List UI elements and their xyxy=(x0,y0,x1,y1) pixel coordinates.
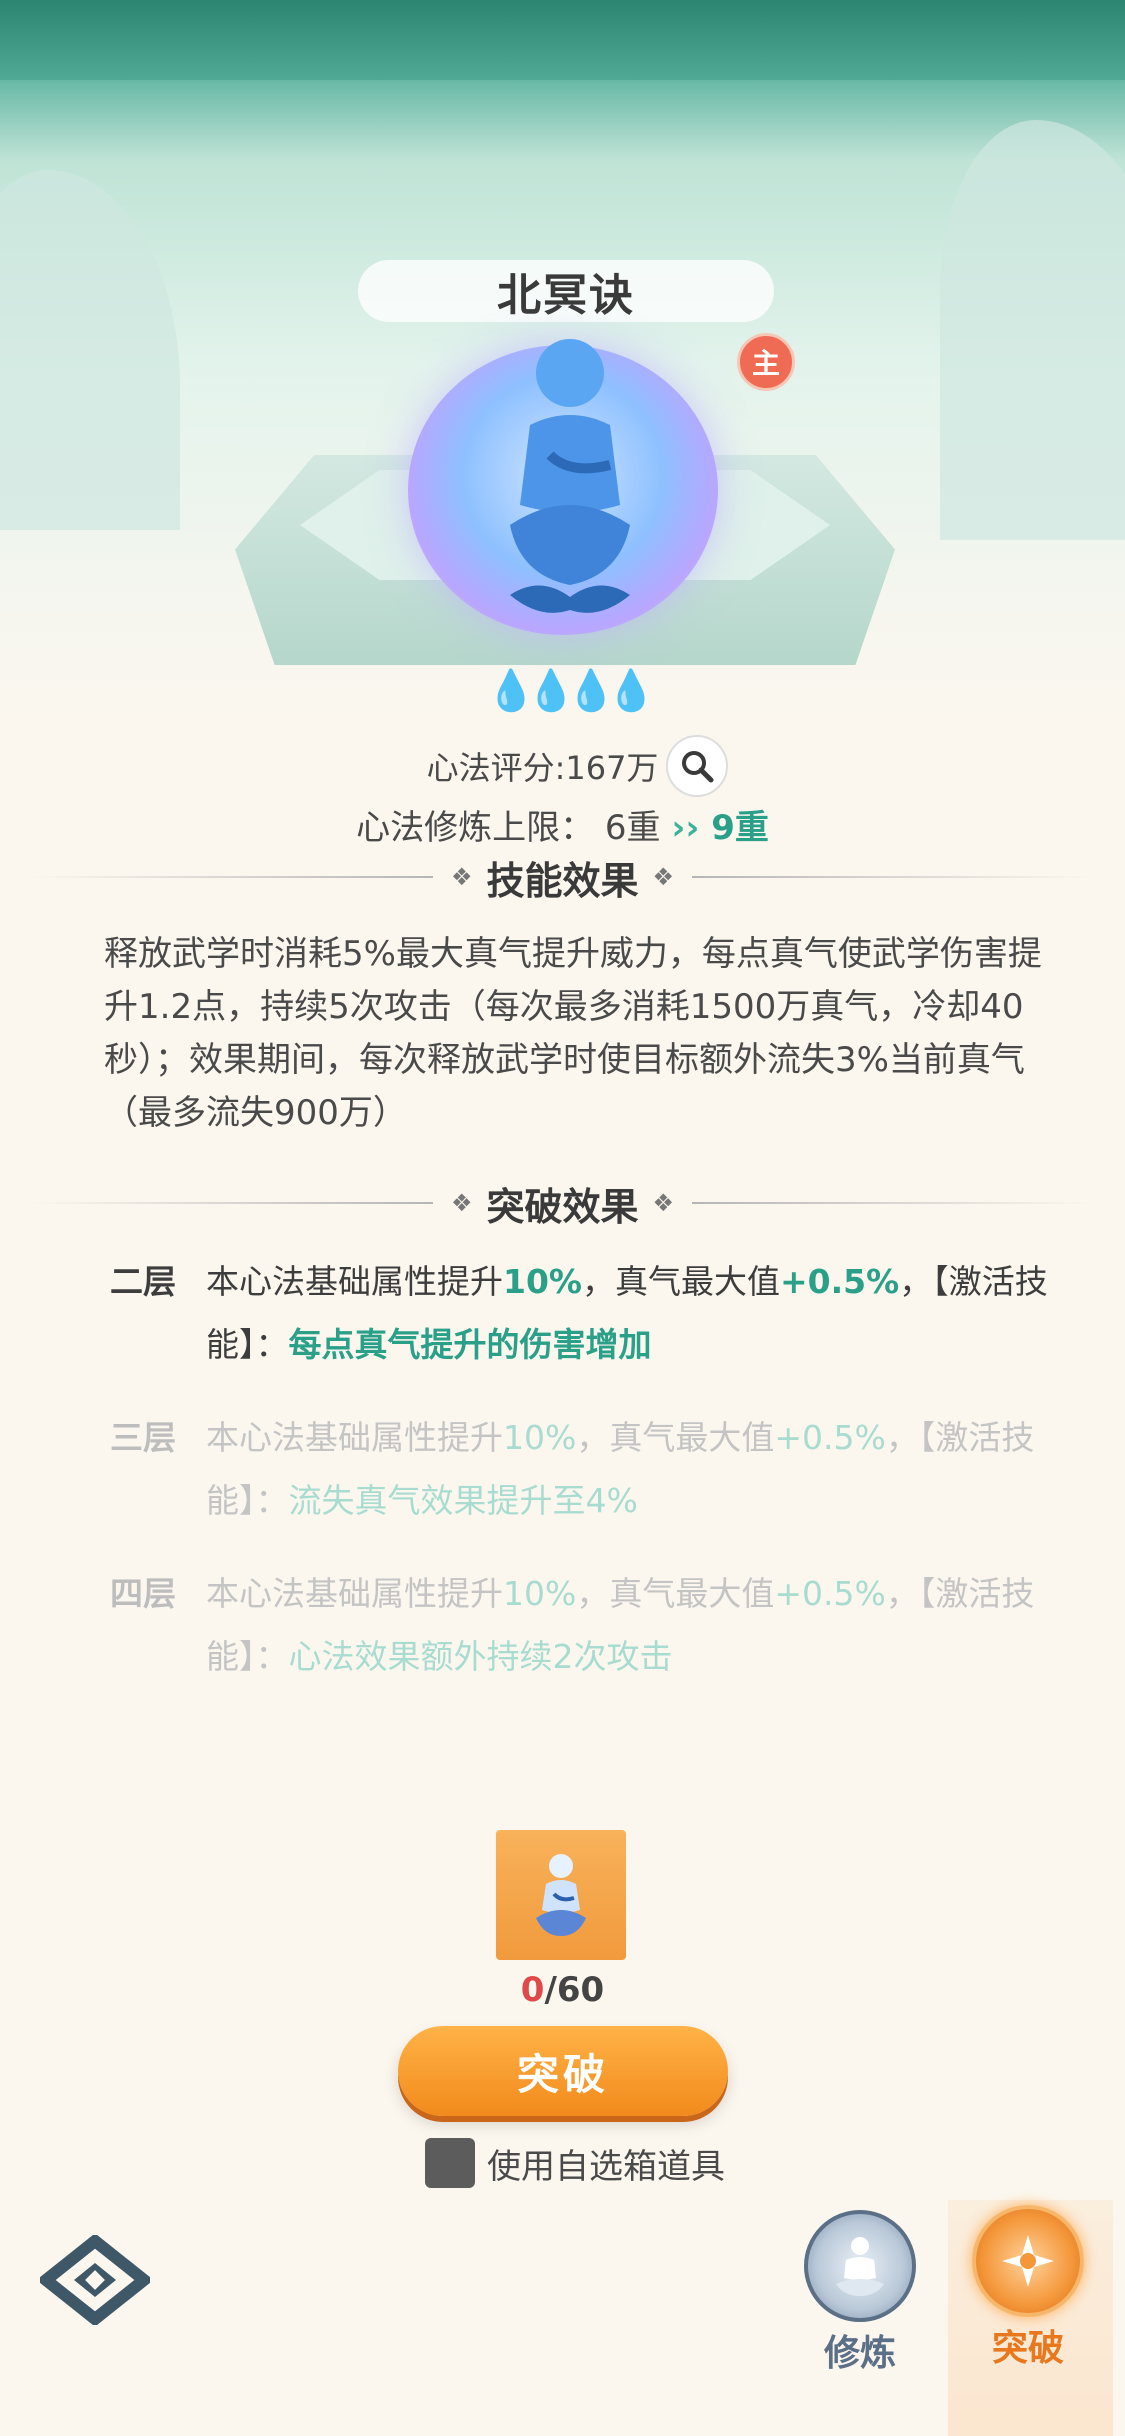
drop-icon-empty: 💧 xyxy=(526,668,576,714)
tab-cultivate[interactable]: 修炼 xyxy=(790,2210,930,2376)
tier-desc: 本心法基础属性提升10%，真气最大值+0.5%，【激活技能】：心法效果额外持续2… xyxy=(206,1574,1035,1676)
tier-4: 四层 本心法基础属性提升10%，真气最大值+0.5%，【激活技能】：心法效果额外… xyxy=(110,1562,1090,1688)
material-item[interactable] xyxy=(496,1830,626,1960)
diamond-icon: ❖ xyxy=(450,1189,473,1217)
limit-next: 9重 xyxy=(711,808,769,848)
material-have: 0 xyxy=(520,1970,545,2010)
skill-effect-text: 释放武学时消耗5%最大真气提升威力，每点真气使武学伤害提升1.2点，持续5次攻击… xyxy=(104,934,1042,1133)
drop-icon-empty: 💧 xyxy=(606,668,656,714)
breakthrough-effect-title: 突破效果 xyxy=(486,1184,639,1229)
mountain-right xyxy=(940,120,1125,540)
score-row: 心法评分:167万 xyxy=(0,735,1125,797)
breakthrough-effect-header: ❖ 突破效果 ❖ xyxy=(30,1178,1096,1229)
skill-score: 心法评分:167万 xyxy=(426,749,659,787)
diamond-icon: ❖ xyxy=(450,863,473,891)
tier-desc: 本心法基础属性提升10%，真气最大值+0.5%，【激活技能】：流失真气效果提升至… xyxy=(206,1418,1035,1520)
diamond-icon: ❖ xyxy=(652,1189,675,1217)
tier-name: 四层 xyxy=(110,1574,176,1613)
tier-3: 三层 本心法基础属性提升10%，真气最大值+0.5%，【激活技能】：流失真气效果… xyxy=(110,1406,1090,1532)
limit-current: 6重 xyxy=(604,808,661,848)
material-need: /60 xyxy=(544,1970,605,2010)
skill-effect-header: ❖ 技能效果 ❖ xyxy=(30,852,1096,903)
use-box-checkbox[interactable] xyxy=(425,2138,475,2188)
double-chevron-icon: ›› xyxy=(671,808,712,848)
tab-breakthrough[interactable]: 突破 xyxy=(958,2205,1098,2371)
top-band xyxy=(0,0,1125,80)
material-count: 0/60 xyxy=(0,1970,1125,2010)
magnifier-icon[interactable] xyxy=(666,735,729,797)
breakthrough-icon xyxy=(972,2205,1084,2317)
use-box-label: 使用自选箱道具 xyxy=(487,2146,725,2187)
limit-label: 心法修炼上限： xyxy=(356,808,595,848)
meditating-figure-icon xyxy=(536,1854,586,1936)
diamond-icon: ❖ xyxy=(652,863,675,891)
tier-desc: 本心法基础属性提升10%，真气最大值+0.5%，【激活技能】：每点真气提升的伤害… xyxy=(206,1262,1048,1364)
drop-icon-filled: 💧 xyxy=(486,668,536,714)
tier-name: 三层 xyxy=(110,1418,176,1457)
game-logo-icon[interactable] xyxy=(40,2235,150,2325)
use-box-row[interactable]: 使用自选箱道具 xyxy=(425,2138,725,2188)
breakthrough-button[interactable]: 突破 xyxy=(398,2026,728,2116)
tier-2: 二层 本心法基础属性提升10%，真气最大值+0.5%，【激活技能】：每点真气提升… xyxy=(110,1250,1090,1376)
meditating-figure-icon xyxy=(510,339,630,613)
meditate-icon xyxy=(804,2210,916,2322)
cultivation-limit: 心法修炼上限： 6重 ›› 9重 xyxy=(0,800,1125,849)
level-drops: 💧 💧 💧 💧 xyxy=(486,668,656,714)
drop-icon-empty: 💧 xyxy=(566,668,616,714)
main-badge: 主 xyxy=(737,333,795,391)
skill-effect-title: 技能效果 xyxy=(486,858,639,903)
tab-breakthrough-label: 突破 xyxy=(991,2328,1064,2369)
skill-title: 北冥诀 xyxy=(358,260,774,322)
tier-name: 二层 xyxy=(110,1262,176,1301)
tab-cultivate-label: 修炼 xyxy=(823,2333,896,2374)
